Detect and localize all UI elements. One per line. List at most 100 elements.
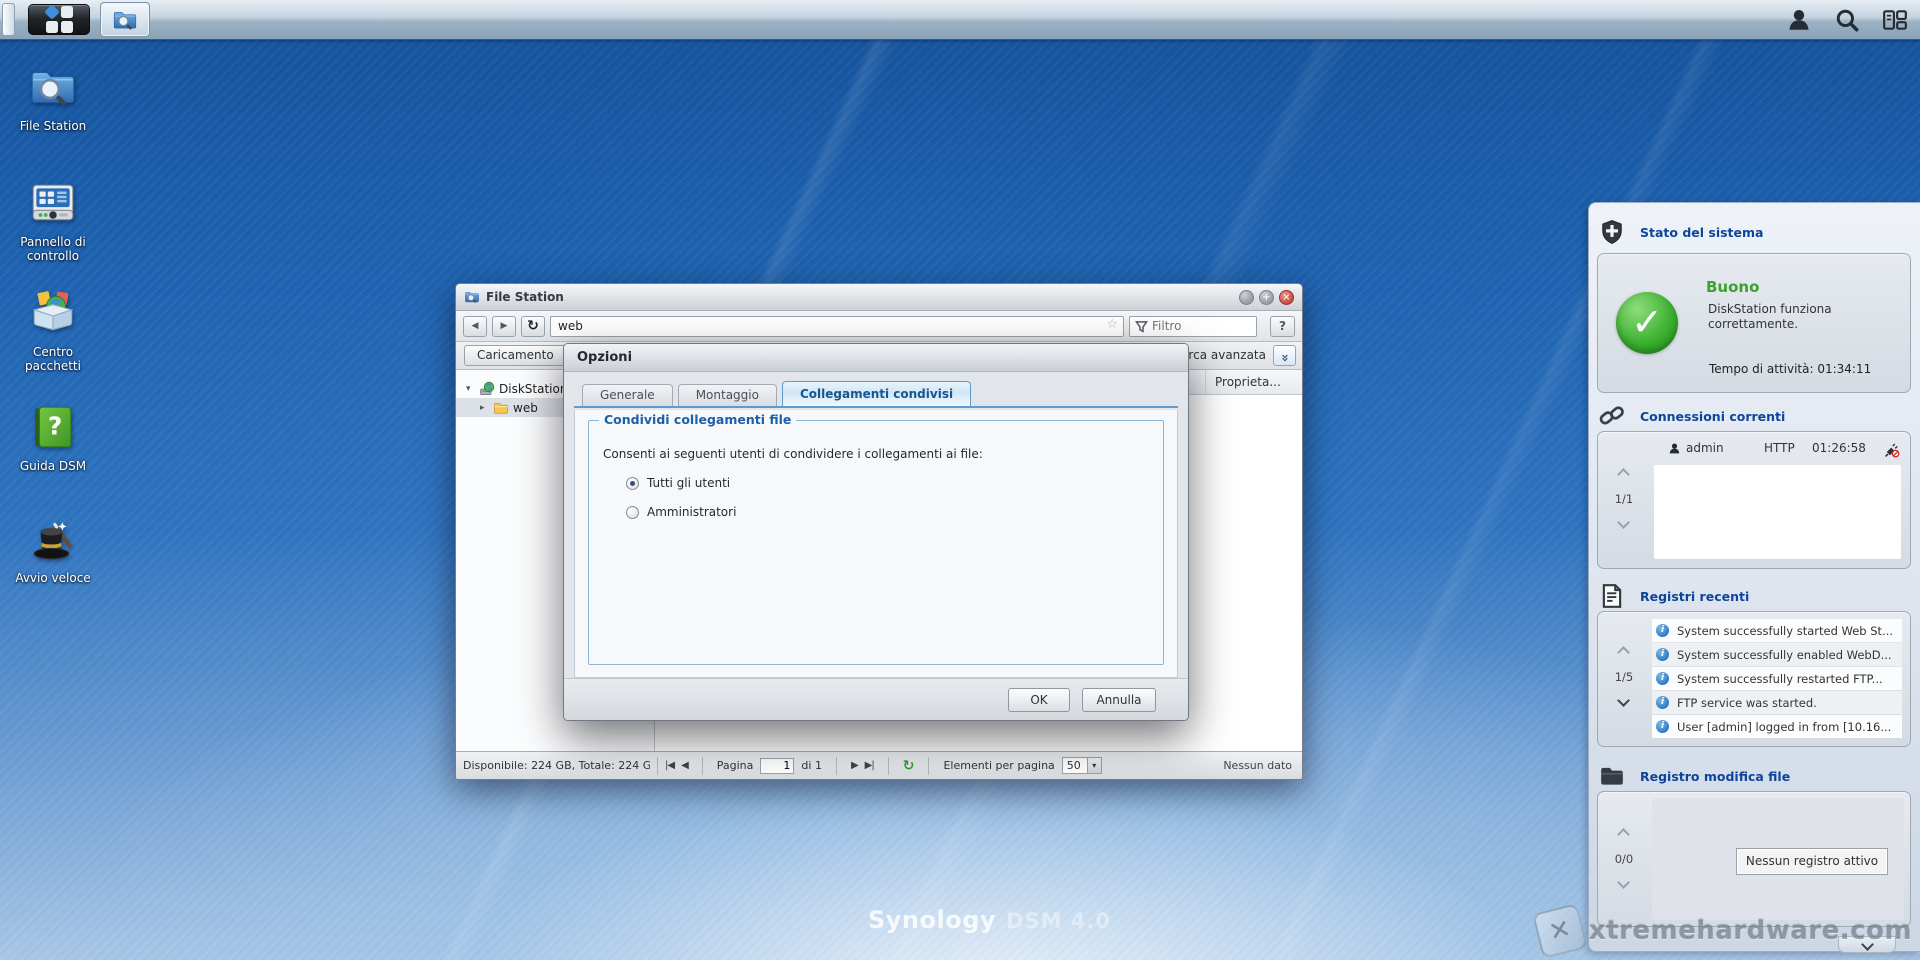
advanced-search-expand-button[interactable]: » — [1273, 345, 1296, 366]
site-watermark-text: xtremehardware.com — [1588, 916, 1912, 946]
system-status-box: ✓ Buono DiskStation funziona correttamen… — [1597, 253, 1911, 393]
cancel-button[interactable]: Annulla — [1082, 688, 1156, 712]
prev-page-icon[interactable]: ◀ — [681, 760, 689, 771]
log-row[interactable]: i System successfully started Web St... — [1652, 619, 1902, 642]
tree-expander-open-icon[interactable]: ▾ — [466, 384, 475, 394]
dialog-tabstrip: Generale Montaggio Collegamenti condivis… — [574, 381, 1178, 408]
fieldset-title: Condividi collegamenti file — [599, 412, 797, 427]
log-row[interactable]: i System successfully restarted FTP... — [1652, 667, 1902, 690]
tab-content-pane: Condividi collegamenti file Consenti ai … — [574, 410, 1178, 678]
pager-count: 0/0 — [1614, 852, 1634, 866]
file-log-empty-area: Nessun registro attivo — [1652, 798, 1904, 920]
log-row[interactable]: i FTP service was started. — [1652, 691, 1902, 714]
pager-down-icon[interactable] — [1617, 876, 1630, 889]
status-description: DiskStation funziona correttamente. — [1708, 302, 1832, 331]
disconnect-icon[interactable] — [1884, 442, 1900, 458]
dark-folder-icon — [1599, 763, 1625, 789]
upload-button[interactable]: Caricamento — [464, 345, 567, 366]
shield-icon — [1599, 219, 1625, 245]
maximize-button[interactable]: + — [1259, 289, 1274, 305]
control-panel-icon — [28, 178, 78, 228]
funnel-icon — [1135, 320, 1148, 333]
log-row[interactable]: i System successfully enabled WebD... — [1652, 643, 1902, 666]
back-button[interactable]: ◀ — [463, 315, 487, 337]
tree-expander-closed-icon[interactable]: ▸ — [480, 403, 489, 413]
recent-logs-header: Registri recenti — [1599, 583, 1749, 609]
file-station-icon — [464, 289, 480, 305]
pager-down-icon[interactable] — [1617, 516, 1630, 529]
status-ok-icon: ✓ — [1616, 292, 1678, 354]
show-desktop-handle[interactable] — [2, 3, 15, 36]
dialog-footer: OK Annulla — [564, 678, 1188, 720]
tab-generale[interactable]: Generale — [582, 384, 673, 406]
info-icon: i — [1656, 648, 1669, 661]
file-station-icon — [112, 7, 138, 33]
log-text: System successfully started Web St... — [1677, 623, 1894, 638]
bookmark-star-icon[interactable]: ☆ — [1106, 317, 1118, 332]
filter-box[interactable] — [1129, 315, 1257, 337]
search-icon[interactable] — [1834, 7, 1860, 33]
per-page-select[interactable]: 50 ▾ — [1061, 757, 1102, 774]
minimize-button[interactable] — [1239, 289, 1254, 305]
share-links-fieldset: Condividi collegamenti file Consenti ai … — [588, 412, 1164, 665]
desktop-icon-label: File Station — [19, 119, 87, 133]
forward-button[interactable]: ▶ — [492, 315, 516, 337]
column-header-owner[interactable]: Proprieta... — [1205, 370, 1302, 394]
dialog-titlebar[interactable]: Opzioni — [564, 344, 1188, 372]
filter-input[interactable] — [1152, 319, 1242, 333]
address-input[interactable] — [550, 315, 1124, 337]
capacity-text: Disponibile: 224 GB, Totale: 224 GB — [463, 759, 650, 772]
file-station-icon — [28, 62, 78, 112]
connection-row[interactable]: admin HTTP 01:26:58 — [1654, 441, 1902, 461]
window-titlebar[interactable]: File Station + × — [456, 284, 1302, 311]
fieldset-description: Consenti ai seguenti utenti di condivide… — [603, 447, 983, 461]
ok-button[interactable]: OK — [1008, 688, 1070, 712]
radio-option-all-users[interactable]: Tutti gli utenti — [626, 476, 1163, 490]
radio-option-administrators[interactable]: Amministratori — [626, 505, 1163, 519]
x-logo-icon: ✕ — [1531, 903, 1588, 959]
radio-button-checked[interactable] — [626, 476, 639, 490]
user-account-icon[interactable] — [1786, 7, 1812, 33]
options-dialog: Opzioni Generale Montaggio Collegamenti … — [563, 343, 1189, 721]
last-page-icon[interactable]: ▶| — [865, 760, 875, 771]
desktop-icon-dsm-help[interactable]: Guida DSM — [6, 402, 100, 473]
taskbar-file-station-button[interactable] — [100, 2, 150, 37]
pilot-view-icon[interactable] — [1882, 7, 1908, 33]
help-button[interactable]: ? — [1270, 315, 1295, 337]
tab-collegamenti-condivisi[interactable]: Collegamenti condivisi — [781, 381, 972, 406]
desktop-icon-file-station[interactable]: File Station — [6, 62, 100, 133]
page-number-input[interactable] — [760, 757, 795, 774]
refresh-button[interactable]: ↻ — [521, 315, 545, 337]
widget-title: Connessioni correnti — [1640, 408, 1786, 424]
chevron-down-icon: ▾ — [1086, 758, 1101, 773]
next-page-icon[interactable]: ▶ — [851, 760, 859, 771]
navigation-toolbar: ◀ ▶ ↻ ☆ ? — [456, 311, 1302, 342]
widget-title: Registri recenti — [1640, 588, 1750, 604]
refresh-list-icon[interactable]: ↻ — [903, 758, 915, 774]
status-value: Buono — [1706, 278, 1760, 296]
connections-header: Connessioni correnti — [1599, 403, 1785, 429]
no-active-log-button[interactable]: Nessun registro attivo — [1736, 848, 1888, 875]
close-button[interactable]: × — [1279, 289, 1294, 305]
file-log-pager: 0/0 — [1598, 792, 1650, 926]
quick-start-icon — [28, 514, 78, 564]
log-row[interactable]: i User [admin] logged in from [10.16... — [1652, 715, 1902, 738]
pager-down-icon[interactable] — [1617, 694, 1630, 707]
desktop-icon-package-center[interactable]: Centro pacchetti — [6, 288, 100, 373]
tab-montaggio[interactable]: Montaggio — [677, 384, 777, 406]
radio-button[interactable] — [626, 505, 639, 519]
uptime-text: Tempo di attività: 01:34:11 — [1709, 362, 1872, 376]
diskstation-icon — [479, 381, 495, 397]
pager-up-icon[interactable] — [1617, 646, 1630, 659]
desktop-icon-quick-start[interactable]: Avvio veloce — [6, 514, 100, 585]
first-page-icon[interactable]: |◀ — [665, 760, 675, 771]
tree-item-label: DiskStation — [499, 381, 568, 396]
desktop-icon-control-panel[interactable]: Pannello di controllo — [6, 178, 100, 263]
desktop-icon-label: Guida DSM — [19, 459, 87, 473]
pager-up-icon[interactable] — [1617, 468, 1630, 481]
per-page-value: 50 — [1066, 759, 1081, 772]
main-menu-button[interactable] — [28, 4, 90, 35]
pager-up-icon[interactable] — [1617, 828, 1630, 841]
info-icon: i — [1656, 720, 1669, 733]
dsm-help-icon — [28, 402, 78, 452]
